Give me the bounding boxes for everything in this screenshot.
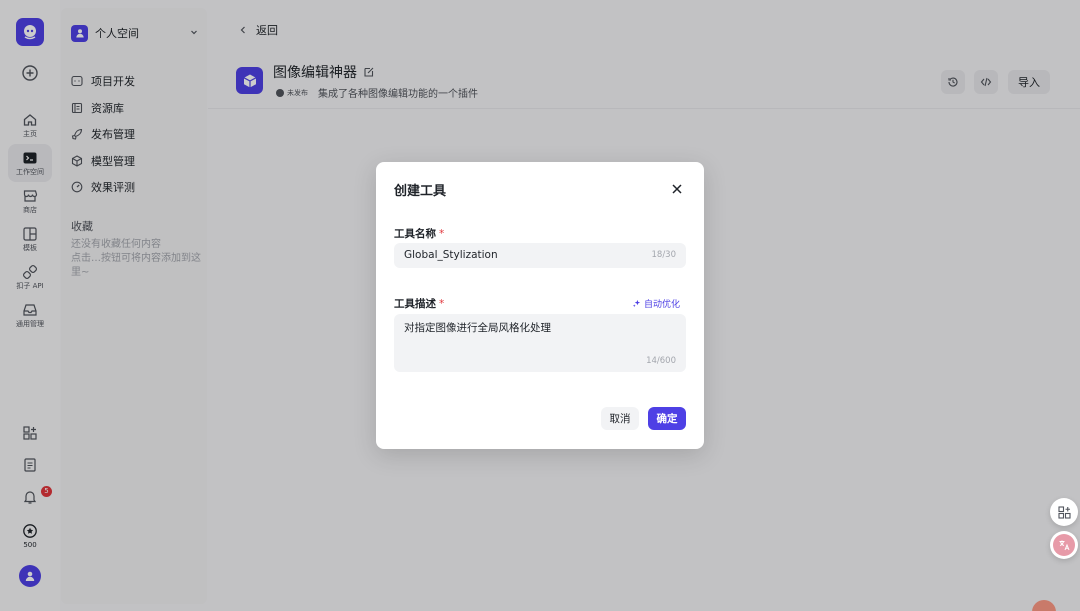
create-tool-dialog: 创建工具 工具名称 * Global_Stylization 18/30 工具描述… xyxy=(376,162,704,449)
tool-desc-label: 工具描述 * xyxy=(394,296,444,311)
floating-translate-button[interactable] xyxy=(1050,531,1078,559)
required-mark: * xyxy=(439,228,445,240)
tool-desc-counter: 14/600 xyxy=(646,356,676,366)
cancel-button[interactable]: 取消 xyxy=(601,407,639,430)
dialog-title: 创建工具 xyxy=(394,184,447,199)
close-icon[interactable] xyxy=(670,182,684,196)
translate-icon xyxy=(1053,534,1075,556)
floating-apps-button[interactable] xyxy=(1050,498,1078,526)
tool-desc-value: 对指定图像进行全局风格化处理 xyxy=(404,322,551,334)
tool-name-counter: 18/30 xyxy=(651,250,677,260)
auto-optimize-button[interactable]: 自动优化 xyxy=(632,297,680,310)
tool-desc-label-text: 工具描述 xyxy=(394,298,436,310)
tool-name-input[interactable]: Global_Stylization 18/30 xyxy=(394,243,686,268)
tool-desc-textarea[interactable]: 对指定图像进行全局风格化处理 14/600 xyxy=(394,314,686,372)
confirm-button[interactable]: 确定 xyxy=(648,407,686,430)
sparkle-icon xyxy=(632,299,641,308)
required-mark: * xyxy=(439,298,445,310)
tool-name-label-text: 工具名称 xyxy=(394,228,436,240)
tool-name-label: 工具名称 * xyxy=(394,226,444,241)
apps-add-icon xyxy=(1057,505,1071,519)
auto-optimize-label: 自动优化 xyxy=(643,300,680,310)
tool-name-value: Global_Stylization xyxy=(404,249,498,261)
